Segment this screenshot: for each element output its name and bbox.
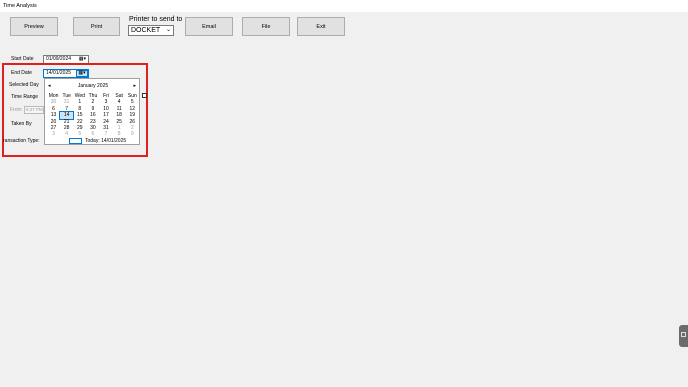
today-link[interactable]: Today: 14/01/2025 [69,138,126,144]
window-title: Time Analysis [3,3,37,9]
exit-button[interactable]: Exit [297,17,345,36]
end-date-label: End Date [11,70,32,76]
calendar-day[interactable]: 8 [113,131,126,137]
side-widget[interactable] [679,325,688,347]
time-range-label: Time Range [11,94,39,100]
from-time-input[interactable]: 5:27 PM [24,106,44,114]
calendar-week: 3456789 [47,131,139,137]
calendar-day[interactable]: 9 [126,131,139,137]
printer-select[interactable]: DOCKET ⌄ [128,25,174,36]
preview-button[interactable]: Preview [10,17,58,36]
calendar-icon[interactable]: ▦▾ [79,56,86,63]
next-month-icon[interactable]: ▸ [133,83,136,89]
calendar-day[interactable]: 6 [86,131,99,137]
printer-select-value: DOCKET [131,27,161,34]
calendar-day[interactable]: 5 [73,131,86,137]
calendar-day[interactable]: 3 [47,131,60,137]
taken-by-label: Taken By [11,121,32,127]
from-label: From [10,107,22,113]
calendar-grid: Mon Tue Wed Thu Fri Sat Sun 30 31 1 2 3 4 5 6 7 8 9 10 11 1… [47,93,139,138]
transaction-type-label: ransaction Type: [3,138,40,144]
end-date-picker[interactable]: 14/01/2025 ▦▾ [43,69,89,78]
calendar-month-label[interactable]: January 2025 [45,83,141,89]
file-button[interactable]: File [242,17,290,36]
today-marker-icon [69,138,82,144]
calendar-day[interactable]: 7 [100,131,113,137]
window-icon [681,332,686,337]
calendar-dropdown[interactable]: ◂ January 2025 ▸ Mon Tue Wed Thu Fri Sat Sun 3… [44,78,140,145]
calendar-day[interactable]: 4 [60,131,73,137]
end-date-value: 14/01/2025 [46,70,72,76]
time-range-checkbox[interactable] [142,93,147,98]
print-button[interactable]: Print [73,17,120,36]
title-bar: Time Analysis [0,0,688,12]
start-date-value: 01/09/2024 [46,56,72,62]
email-button[interactable]: Email [185,17,233,36]
calendar-icon[interactable]: ▦▾ [76,70,88,77]
today-label: Today: 14/01/2025 [85,138,127,144]
printer-label: Printer to send to [129,16,183,23]
start-date-label: Start Date [11,56,34,62]
selected-day-label: Selected Day [9,82,39,88]
chevron-down-icon: ⌄ [165,27,171,33]
